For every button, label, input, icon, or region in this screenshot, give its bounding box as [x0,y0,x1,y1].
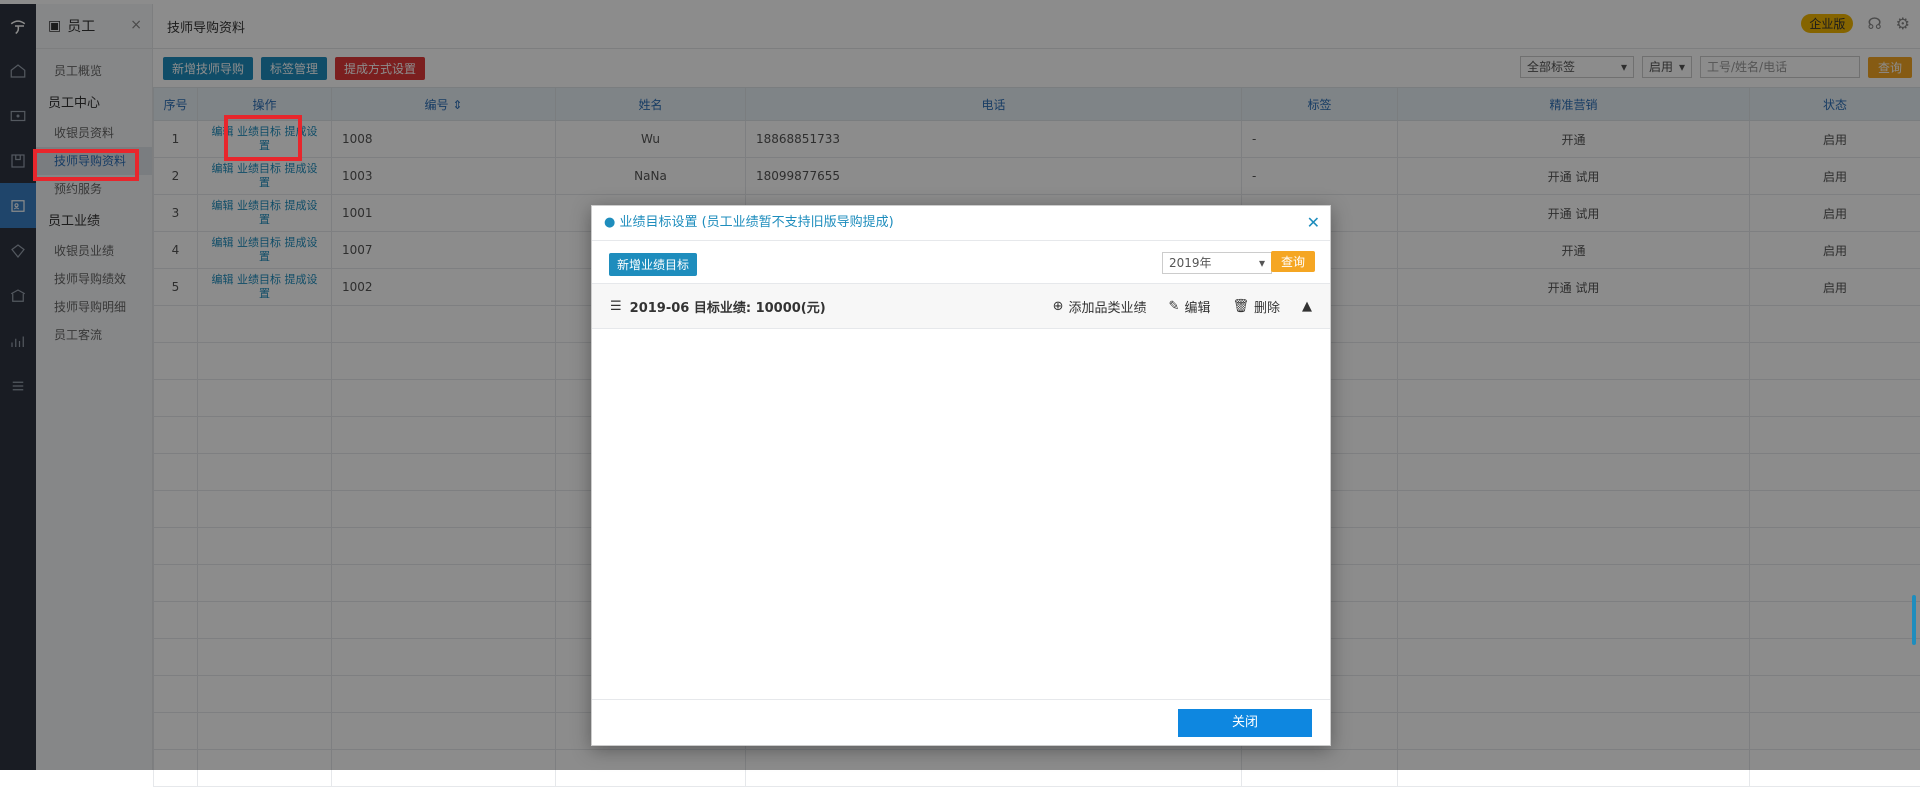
menu-icon: ☰ [610,299,622,314]
scrollbar-indicator[interactable] [1912,595,1916,645]
collapse-icon[interactable]: ▲ [1302,299,1312,314]
dialog-toolbar: 新增业绩目标 2019年 ▾ 查询 [592,241,1330,284]
target-setting-dialog: ● 业绩目标设置 (员工业绩暂不支持旧版导购提成) ✕ 新增业绩目标 2019年… [591,205,1331,746]
chevron-down-icon: ▾ [1259,253,1265,273]
delete-label: 删除 [1254,297,1280,316]
highlight-box-target [224,115,302,161]
highlight-box-sidebar [33,149,139,181]
edit-button[interactable]: ✎ 编辑 [1169,297,1211,316]
target-row-title: ☰ 2019-06 目标业绩: 10000(元) [610,297,826,316]
target-row-text: 2019-06 目标业绩: 10000(元) [630,297,826,316]
dialog-query-button[interactable]: 查询 [1271,251,1315,272]
year-value: 2019年 [1169,253,1212,273]
close-button[interactable]: 关闭 [1178,709,1312,737]
trash-icon: 🗑 [1232,299,1249,314]
year-select[interactable]: 2019年 ▾ [1162,252,1272,274]
add-target-button[interactable]: 新增业绩目标 [609,253,697,276]
target-row: ☰ 2019-06 目标业绩: 10000(元) ⊕ 添加品类业绩 ✎ 编辑 🗑 删除… [592,284,1330,329]
add-category-button[interactable]: ⊕ 添加品类业绩 [1053,297,1147,316]
close-icon[interactable]: ✕ [1307,206,1320,240]
target-row-actions: ⊕ 添加品类业绩 ✎ 编辑 🗑 删除 ▲ [1053,297,1312,316]
plus-circle-icon: ⊕ [1053,299,1064,314]
edit-label: 编辑 [1184,297,1210,316]
dialog-footer: 关闭 [592,699,1330,745]
edit-icon: ✎ [1169,299,1180,314]
dialog-title: ● 业绩目标设置 (员工业绩暂不支持旧版导购提成) [604,215,894,230]
dialog-title-bar: ● 业绩目标设置 (员工业绩暂不支持旧版导购提成) ✕ [592,206,1330,241]
delete-button[interactable]: 🗑 删除 [1232,297,1280,316]
add-category-label: 添加品类业绩 [1069,297,1147,316]
